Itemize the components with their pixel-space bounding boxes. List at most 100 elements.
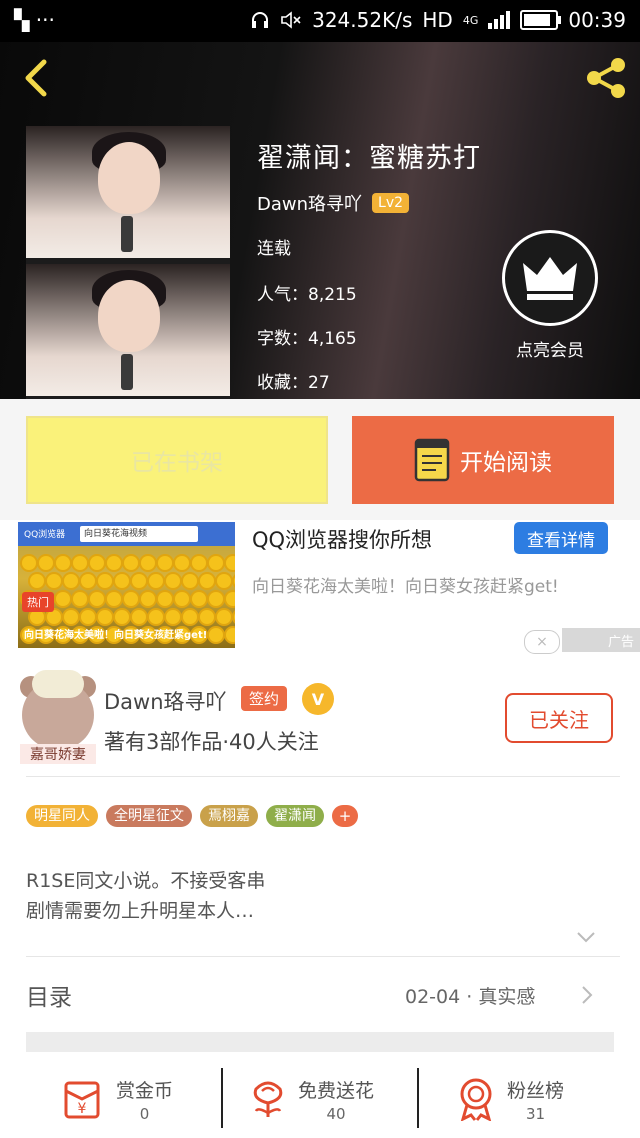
book-popularity: 人气：8,215 (257, 285, 357, 305)
sunflower (90, 592, 104, 606)
start-reading-button[interactable]: 开始阅读 (352, 416, 614, 504)
ad-image[interactable]: QQ浏览器 向日葵花海视频 搜索 热门 向日葵花海太美啦！向日葵女孩赶紧get! (18, 522, 235, 648)
vip-label[interactable]: 点亮会员 (497, 336, 603, 361)
ad-close-button[interactable]: × (524, 630, 560, 654)
sunflower (158, 592, 172, 606)
toc-label[interactable]: 目录 (26, 978, 72, 1012)
divider (26, 776, 620, 777)
red-envelope-icon: ¥ (64, 1081, 100, 1119)
tag-item[interactable]: 翟潇闻 (266, 805, 324, 827)
book-cover[interactable] (26, 126, 230, 399)
divider (221, 1068, 223, 1128)
chevron-down-icon[interactable] (576, 930, 596, 944)
fans-label: 粉丝榜 (507, 1079, 565, 1102)
ad-detail-button[interactable]: 查看详情 (514, 522, 608, 554)
sunflower (56, 592, 70, 606)
sunflower (132, 610, 146, 624)
tag-item[interactable]: 明星同人 (26, 805, 98, 827)
flower-label: 免费送花 (298, 1079, 375, 1102)
sunflower (47, 574, 61, 588)
avatar[interactable]: 嘉哥娇妻 (20, 670, 96, 766)
fans-value: 31 (525, 1104, 546, 1123)
sunflower (64, 610, 78, 624)
sunflower (209, 556, 223, 570)
reward-coins-button[interactable]: ¥ 赏金币 0 (62, 1064, 173, 1134)
sunflower (64, 574, 78, 588)
medal-icon (460, 1078, 492, 1121)
sunflower (183, 574, 197, 588)
sunflower (234, 574, 235, 588)
sunflower (90, 556, 104, 570)
author-name[interactable]: Dawn珞寻吖 (104, 686, 227, 716)
verified-v-icon: V (302, 683, 334, 715)
sunflower (81, 610, 95, 624)
book-icon (414, 438, 450, 482)
flower-icon (253, 1081, 283, 1117)
vip-crown-button[interactable] (502, 230, 598, 326)
battery-icon (520, 10, 562, 30)
sunflower (30, 574, 44, 588)
clock: 00:39 (568, 8, 626, 32)
followed-button[interactable]: 已关注 (505, 693, 613, 743)
fan-ranking-button[interactable]: 粉丝榜 31 (455, 1064, 564, 1134)
hd-label: HD (422, 8, 453, 32)
divider (26, 956, 620, 957)
sunflower (226, 592, 235, 606)
sunflower (200, 610, 214, 624)
book-favorites: 收藏：27 (257, 373, 330, 393)
status-left: ▚ ··· (14, 8, 55, 32)
chevron-right-icon[interactable] (580, 984, 594, 1006)
sunflower (107, 592, 121, 606)
cover-photo-top (26, 126, 230, 258)
network-gen: 4G (462, 13, 479, 27)
more-dots-icon: ··· (35, 8, 55, 32)
on-shelf-label: 已在书架 (131, 450, 223, 476)
flower-text: 免费送花 40 (298, 1076, 374, 1123)
back-icon[interactable] (18, 58, 58, 98)
sunflower (234, 610, 235, 624)
on-shelf-button[interactable]: 已在书架 (26, 416, 328, 504)
sunflower (226, 556, 235, 570)
synopsis[interactable]: R1SE同文小说。不接受客串 剧情需要勿上升明星本人… (26, 866, 265, 926)
sunflower (22, 556, 36, 570)
sunflower (56, 556, 70, 570)
start-reading-label: 开始阅读 (460, 450, 552, 476)
sunflower (39, 556, 53, 570)
ad-image-search-button: 搜索 (174, 529, 193, 539)
sunflower (217, 574, 231, 588)
sunflower (73, 592, 87, 606)
sunflower (192, 592, 206, 606)
book-title: 翟潇闻：蜜糖苏打 (257, 143, 481, 174)
free-flower-button[interactable]: 免费送花 40 (248, 1064, 374, 1134)
sunflower (166, 610, 180, 624)
apps-icon: ▚ (14, 8, 30, 32)
signal-icon (488, 11, 511, 29)
add-tag-button[interactable]: + (332, 805, 358, 827)
book-author[interactable]: Dawn珞寻吖 (257, 190, 362, 216)
sunflower (209, 628, 223, 642)
tag-item[interactable]: 全明星征文 (106, 805, 192, 827)
share-icon[interactable] (582, 54, 630, 102)
sunflower (183, 610, 197, 624)
ad-image-brand: QQ浏览器 (24, 530, 66, 540)
status-bar: ▚ ··· 324.52K/s HD 4G 00:39 (0, 0, 640, 42)
ad-title[interactable]: QQ浏览器搜你所想 (252, 524, 432, 554)
toc-latest-chapter[interactable]: 02-04 · 真实感 (405, 982, 535, 1009)
sunflower (132, 574, 146, 588)
ad-tag: 广告 (562, 628, 640, 652)
avatar-nick: 嘉哥娇妻 (20, 744, 96, 764)
sunflower (124, 592, 138, 606)
book-status: 连载 (257, 239, 291, 259)
divider (417, 1068, 419, 1128)
sunflower (175, 556, 189, 570)
network-speed: 324.52K/s (312, 8, 413, 32)
sunflower (149, 574, 163, 588)
tag-item[interactable]: 焉栩嘉 (200, 805, 258, 827)
sunflower (73, 556, 87, 570)
sunflower (98, 574, 112, 588)
svg-text:¥: ¥ (78, 1101, 87, 1117)
sunflower (200, 574, 214, 588)
sunflower (141, 556, 155, 570)
synopsis-line: R1SE同文小说。不接受客串 (26, 870, 266, 892)
author-stats: 著有3部作品·40人关注 (104, 730, 319, 754)
